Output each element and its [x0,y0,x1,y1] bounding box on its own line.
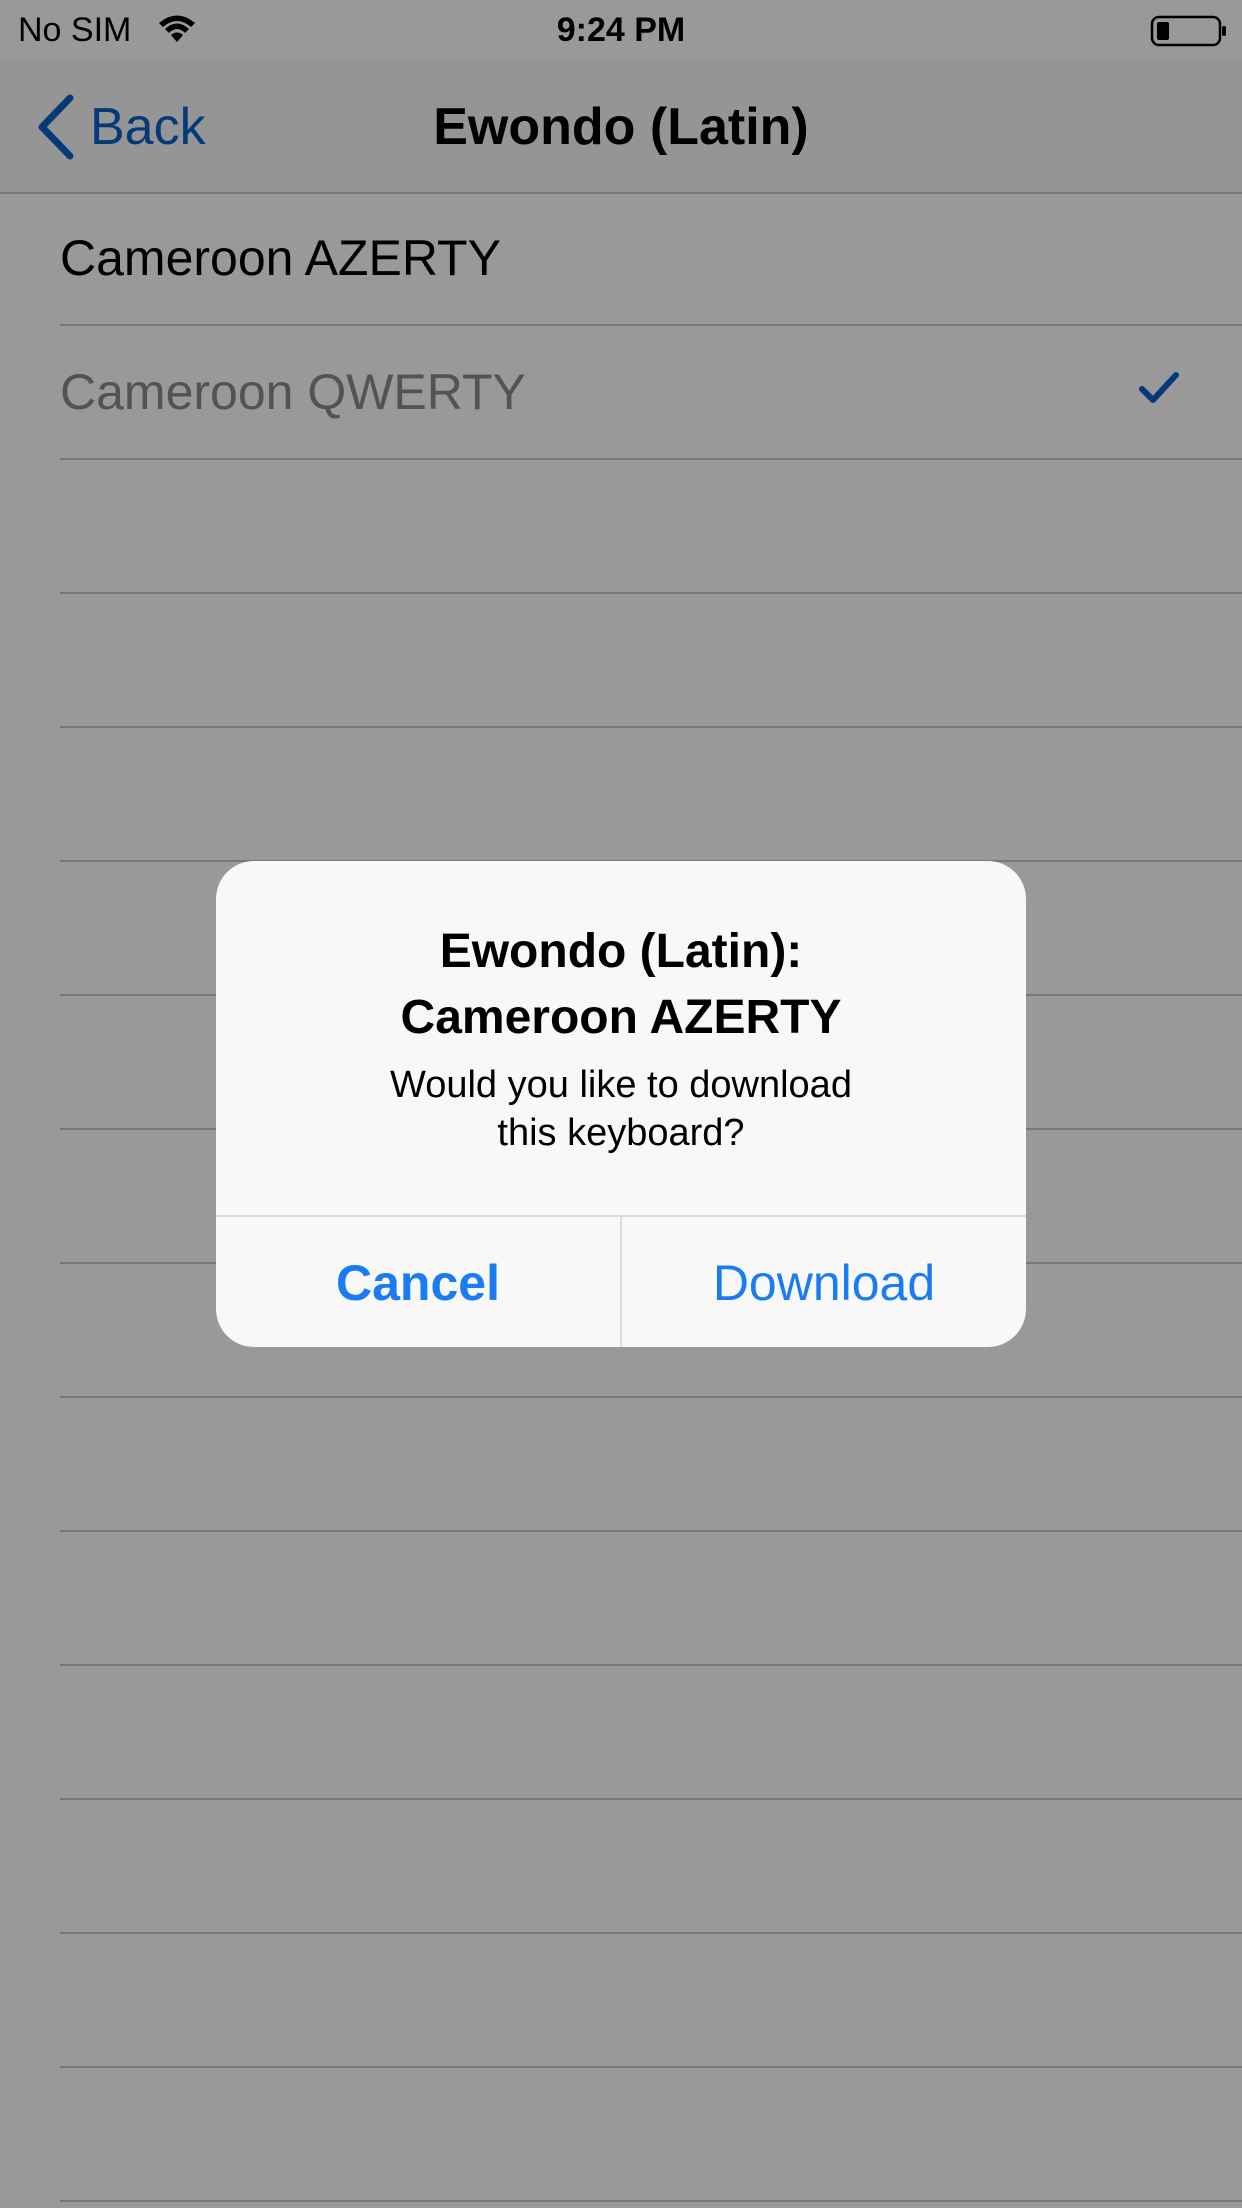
alert-title: Ewondo (Latin): Cameroon AZERTY [216,919,1026,1051]
alert-title-line-1: Ewondo (Latin): [439,925,803,978]
alert-title-line-2: Cameroon AZERTY [400,991,842,1044]
alert-actions: Cancel Download [216,1215,1026,1347]
download-button[interactable]: Download [622,1217,1026,1347]
alert-message: Would you like to download this keyboard… [216,1061,1026,1157]
alert-message-line-2: this keyboard? [497,1112,745,1154]
download-alert-dialog: Ewondo (Latin): Cameroon AZERTY Would yo… [216,861,1026,1347]
alert-message-line-1: Would you like to download [390,1064,852,1106]
alert-body: Ewondo (Latin): Cameroon AZERTY Would yo… [216,919,1026,1157]
cancel-button[interactable]: Cancel [216,1217,620,1347]
